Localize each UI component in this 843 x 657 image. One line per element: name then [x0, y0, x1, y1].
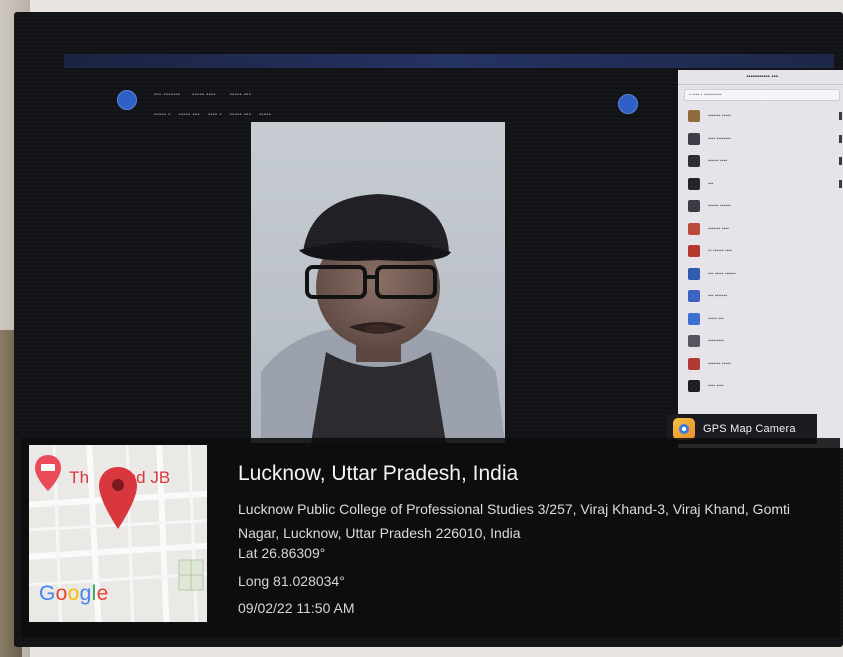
avatar: [688, 357, 700, 370]
participants-panel: ▪▪▪▪▪▪▪▪▪▪▪ ▪▪▪ ▪ ▪▪▪▪ ▪ ▪▪▪▪▪▪▪▪▪▪ ▪▪▪▪…: [678, 70, 843, 448]
participant-name: ▪▪▪▪▪ ▪▪▪: [708, 315, 724, 322]
participant-name: ▪▪▪▪ ▪▪▪▪▪▪▪▪: [708, 135, 731, 142]
avatar: [688, 312, 700, 325]
google-logo: Google: [39, 582, 109, 605]
longitude-value: Long 81.028034°: [238, 573, 345, 589]
location-map: Th and JB Google: [29, 445, 207, 622]
participant-name: ▪▪▪▪▪▪ ▪▪▪▪▪▪: [708, 203, 731, 210]
avatar: [688, 245, 700, 258]
list-item[interactable]: ▪▪ ▪▪▪▪▪▪ ▪▪▪▪: [678, 240, 843, 263]
avatar: [688, 110, 700, 123]
gps-app-name: GPS Map Camera: [703, 423, 796, 435]
avatar: [688, 155, 700, 168]
list-item[interactable]: ▪▪▪▪▪▪ ▪▪▪▪: [678, 150, 843, 173]
participant-name: ▪▪▪▪▪▪▪ ▪▪▪▪▪: [708, 360, 731, 367]
participant-name: ▪▪▪ ▪▪▪▪▪ ▪▪▪▪▪▪: [708, 270, 736, 277]
participant-name: ▪▪▪▪▪▪▪▪▪: [708, 338, 724, 345]
mic-icon: [839, 112, 842, 121]
map-pin-icon: [99, 467, 137, 529]
toolbar-back-icon[interactable]: [117, 90, 137, 110]
list-item[interactable]: ▪▪▪▪▪▪▪▪▪: [678, 330, 843, 353]
list-item[interactable]: ▪▪▪▪ ▪▪▪▪: [678, 375, 843, 398]
latitude-value: Lat 26.86309°: [238, 545, 326, 561]
avatar: [688, 380, 700, 393]
location-title: Lucknow, Uttar Pradesh, India: [238, 462, 519, 485]
list-item[interactable]: ▪▪▪▪ ▪▪▪▪▪▪▪▪: [678, 128, 843, 151]
meeting-toolbar: ▪▪▪ ▪▪▪▪▪▪▪ ▪▪▪▪▪ ▪▪▪▪ ▪▪▪▪▪ ▪▪▪ ▪▪▪▪▪ ▪…: [114, 82, 654, 124]
avatar: [688, 335, 700, 348]
toolbar-row-top: ▪▪▪ ▪▪▪▪▪▪▪ ▪▪▪▪▪ ▪▪▪▪ ▪▪▪▪▪ ▪▪▪: [154, 92, 251, 98]
participant-name: ▪▪▪ ▪▪▪▪▪▪▪: [708, 293, 728, 300]
avatar: [688, 200, 700, 213]
participant-video[interactable]: [251, 122, 505, 443]
mic-icon: [839, 134, 842, 143]
avatar: [688, 267, 700, 280]
list-item[interactable]: ▪▪▪ ▪▪▪▪▪▪▪: [678, 285, 843, 308]
list-item[interactable]: ▪▪▪: [678, 173, 843, 196]
participants-panel-header: ▪▪▪▪▪▪▪▪▪▪▪ ▪▪▪: [678, 70, 843, 85]
hotel-marker-icon: [35, 455, 61, 491]
list-item[interactable]: ▪▪▪▪▪▪▪ ▪▪▪▪▪: [678, 353, 843, 376]
timestamp: 09/02/22 11:50 AM: [238, 600, 355, 616]
participant-name: ▪▪▪▪ ▪▪▪▪: [708, 383, 724, 390]
mic-icon: [839, 157, 842, 166]
avatar: [688, 222, 700, 235]
mic-icon: [839, 179, 842, 188]
toolbar-forward-icon[interactable]: [618, 94, 638, 114]
list-item[interactable]: ▪▪▪ ▪▪▪▪▪ ▪▪▪▪▪▪: [678, 263, 843, 286]
participant-search-input[interactable]: ▪ ▪▪▪▪ ▪ ▪▪▪▪▪▪▪▪▪▪: [684, 89, 840, 101]
participant-name: ▪▪▪▪▪▪▪ ▪▪▪▪: [708, 225, 729, 232]
participant-name: ▪▪▪▪▪▪▪ ▪▪▪▪▪: [708, 113, 731, 120]
avatar: [688, 290, 700, 303]
participant-name: ▪▪▪▪▪▪ ▪▪▪▪: [708, 158, 728, 165]
avatar: [688, 177, 700, 190]
avatar: [688, 132, 700, 145]
window-title-strip: [64, 54, 834, 68]
toolbar-row-bottom: ▪▪▪▪▪ ▪ ▪▪▪▪▪ ▪▪▪ ▪▪▪▪ ▪ ▪▪▪▪▪ ▪▪▪ ▪▪▪▪▪: [154, 112, 272, 118]
location-address: Lucknow Public College of Professional S…: [238, 501, 791, 541]
list-item[interactable]: ▪▪▪▪▪▪▪ ▪▪▪▪: [678, 218, 843, 241]
participant-photo: [251, 122, 505, 443]
participant-name: ▪▪ ▪▪▪▪▪▪ ▪▪▪▪: [708, 248, 733, 255]
list-item[interactable]: ▪▪▪▪▪▪▪ ▪▪▪▪▪: [678, 105, 843, 128]
list-item[interactable]: ▪▪▪▪▪ ▪▪▪: [678, 308, 843, 331]
camera-app-icon: [673, 418, 695, 440]
participant-name: ▪▪▪: [708, 180, 714, 187]
list-item[interactable]: ▪▪▪▪▪▪ ▪▪▪▪▪▪: [678, 195, 843, 218]
